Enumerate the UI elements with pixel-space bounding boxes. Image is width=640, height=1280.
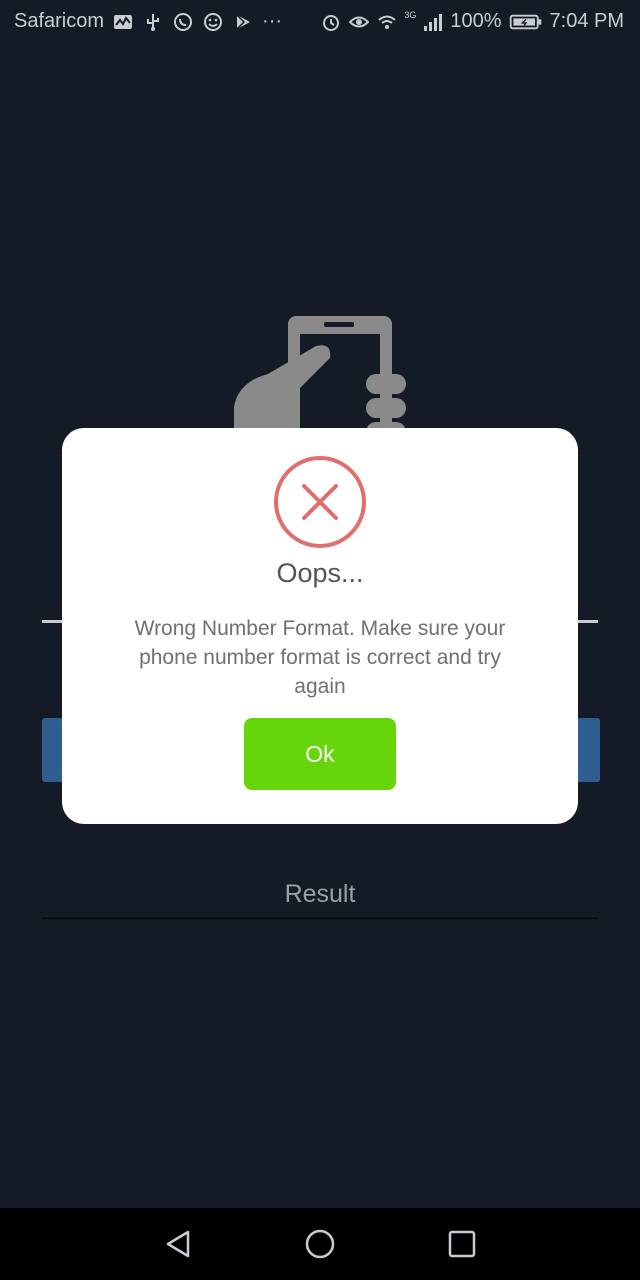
- smiley-icon: [202, 11, 224, 33]
- play-store-icon: [232, 11, 254, 33]
- signal-icon: [422, 11, 444, 33]
- clock: 7:04 PM: [549, 10, 624, 32]
- back-icon[interactable]: [160, 1226, 196, 1262]
- carrier-name: Safaricom: [14, 10, 105, 32]
- result-underline: [42, 918, 598, 919]
- status-right: 3G 100% 7:04 PM: [320, 10, 624, 33]
- status-left: Safaricom ···: [14, 10, 282, 33]
- battery-icon: [508, 11, 544, 33]
- navigation-bar: [0, 1208, 640, 1280]
- result-label: Result: [284, 880, 356, 908]
- battery-percent: 100%: [450, 10, 502, 32]
- home-icon[interactable]: [302, 1226, 338, 1262]
- error-dialog: Oops... Wrong Number Format. Make sure y…: [62, 428, 578, 824]
- ok-button[interactable]: Ok: [244, 718, 396, 790]
- error-x-icon: [272, 454, 368, 550]
- dialog-title: Oops...: [276, 558, 364, 588]
- status-bar: Safaricom ··· 3G 100% 7:04 PM: [0, 0, 640, 44]
- more-notifications-icon: ···: [262, 10, 283, 32]
- activity-icon: [112, 11, 134, 33]
- usb-icon: [142, 11, 164, 33]
- eye-icon: [348, 11, 370, 33]
- network-type-label: 3G: [404, 9, 417, 20]
- dialog-message: Wrong Number Format. Make sure your phon…: [134, 617, 506, 698]
- alarm-icon: [320, 11, 342, 33]
- wifi-icon: [376, 11, 398, 33]
- recents-icon[interactable]: [444, 1226, 480, 1262]
- whatsapp-icon: [172, 11, 194, 33]
